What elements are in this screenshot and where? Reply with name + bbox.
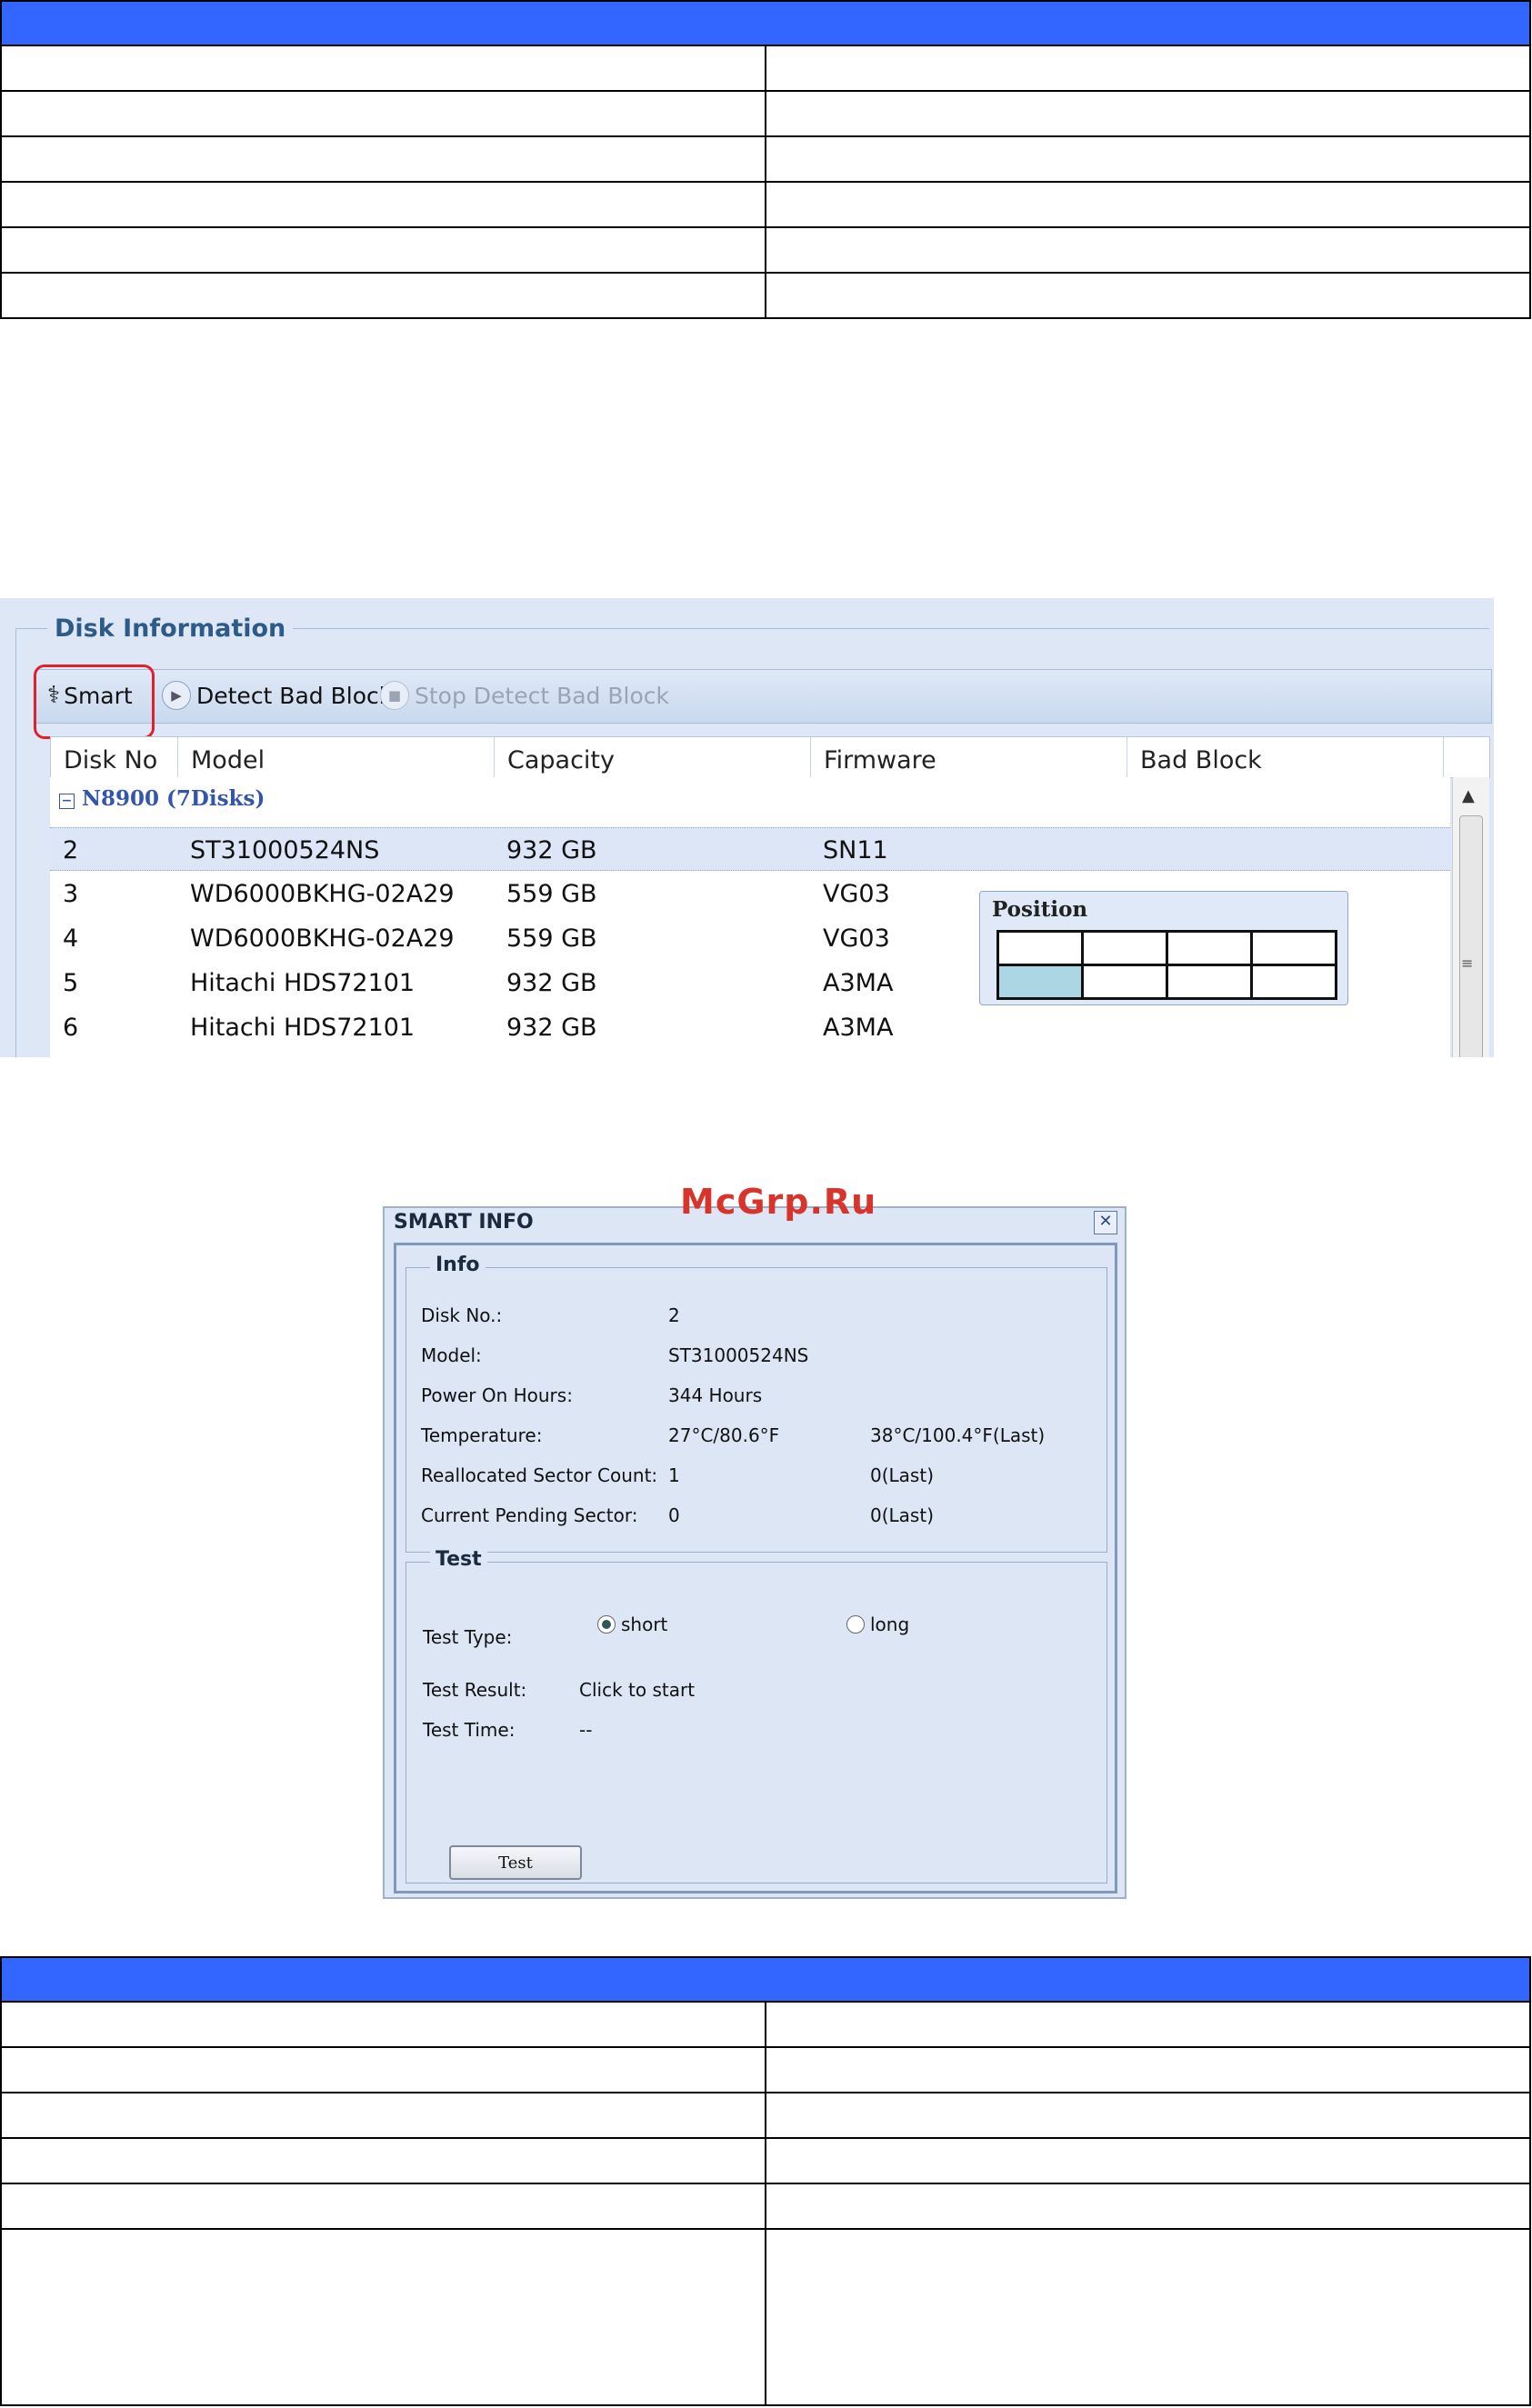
slot-4 — [1253, 933, 1335, 964]
detect-bad-block-button[interactable]: ▶ Detect Bad Block — [162, 679, 392, 712]
long-radio[interactable]: long — [846, 1614, 909, 1635]
grip-icon: ≡ — [1461, 954, 1474, 972]
test-legend: Test — [430, 1548, 487, 1571]
slot-grid — [996, 930, 1337, 1000]
stop-detect-bad-block-label: Stop Detect Bad Block — [415, 682, 669, 709]
smart-highlight-box — [34, 664, 155, 739]
smart-info-dialog: SMART INFO ✕ Info Disk No.: 2 Model: ST3… — [383, 1206, 1126, 1899]
position-popup: Position — [979, 891, 1348, 1005]
test-result-label: Test Result: — [423, 1679, 527, 1701]
detect-bad-block-label: Detect Bad Block — [196, 682, 393, 709]
pending-value: 0 — [668, 1504, 680, 1526]
table-header-bar — [0, 1956, 1531, 2003]
slot-5-selected — [999, 966, 1081, 997]
test-type-label: Test Type: — [423, 1626, 513, 1648]
temperature-value: 27°C/80.6°F — [668, 1424, 780, 1446]
group-label: N8900 (7Disks) — [82, 786, 265, 811]
stop-detect-bad-block-button[interactable]: ■ Stop Detect Bad Block — [380, 679, 669, 712]
disk-grid-header: Disk No Model Capacity Firmware Bad Bloc… — [50, 736, 1490, 778]
disk-no-value: 2 — [668, 1304, 680, 1326]
table-row[interactable]: 6 Hitachi HDS72101 932 GB A3MA — [50, 1005, 1450, 1049]
radio-empty-icon — [846, 1615, 865, 1634]
group-row[interactable]: − N8900 (7Disks) — [50, 786, 265, 811]
reallocated-last-value: 0(Last) — [870, 1464, 934, 1486]
close-icon[interactable]: ✕ — [1094, 1211, 1117, 1234]
position-title: Position — [992, 897, 1088, 922]
slot-2 — [1084, 933, 1166, 964]
disk-toolbar: ⚕ Smart ▶ Detect Bad Block ■ Stop Detect… — [35, 669, 1492, 724]
model-label: Model: — [421, 1344, 482, 1366]
vertical-scrollbar[interactable]: ▲ ≡ — [1452, 777, 1489, 1057]
watermark-text: McGrp.Ru — [680, 1182, 877, 1222]
play-icon: ▶ — [162, 681, 191, 710]
disk-no-label: Disk No.: — [421, 1304, 503, 1326]
short-radio[interactable]: short — [597, 1614, 667, 1635]
reallocated-label: Reallocated Sector Count: — [421, 1464, 658, 1486]
dialog-body: Info Disk No.: 2 Model: ST31000524NS Pow… — [394, 1243, 1117, 1893]
slot-7 — [1168, 966, 1250, 997]
disk-information-legend: Disk Information — [47, 614, 294, 643]
test-fieldset: Test Test Type: short long Test Result: … — [406, 1548, 1107, 1883]
slot-3 — [1168, 933, 1250, 964]
power-on-hours-label: Power On Hours: — [421, 1384, 573, 1406]
column-disk-no[interactable]: Disk No — [51, 737, 178, 777]
radio-selected-icon — [597, 1615, 616, 1634]
slot-6 — [1084, 966, 1166, 997]
column-model[interactable]: Model — [178, 737, 495, 777]
model-value: ST31000524NS — [668, 1344, 809, 1366]
temperature-last-value: 38°C/100.4°F(Last) — [870, 1424, 1046, 1446]
test-time-label: Test Time: — [423, 1719, 516, 1741]
slot-1 — [999, 933, 1081, 964]
test-result-value: Click to start — [579, 1679, 696, 1701]
stop-icon: ■ — [380, 681, 409, 710]
slot-8 — [1253, 966, 1335, 997]
table-row[interactable]: 2 ST31000524NS 932 GB SN11 — [50, 827, 1450, 871]
test-time-value: -- — [579, 1719, 593, 1741]
column-bad-block[interactable]: Bad Block — [1127, 737, 1444, 777]
info-fieldset: Info Disk No.: 2 Model: ST31000524NS Pow… — [406, 1254, 1107, 1553]
info-legend: Info — [430, 1254, 486, 1276]
reallocated-value: 1 — [668, 1464, 680, 1486]
scroll-up-icon[interactable]: ▲ — [1462, 786, 1475, 805]
power-on-hours-value: 344 Hours — [668, 1384, 763, 1406]
pending-last-value: 0(Last) — [870, 1504, 934, 1526]
pending-label: Current Pending Sector: — [421, 1504, 638, 1526]
temperature-label: Temperature: — [421, 1424, 543, 1446]
column-firmware[interactable]: Firmware — [811, 737, 1127, 777]
dialog-title: SMART INFO — [394, 1211, 534, 1234]
test-button[interactable]: Test — [449, 1845, 582, 1880]
bottom-table — [0, 1956, 1531, 2406]
table-header-bar — [0, 0, 1531, 46]
top-table — [0, 0, 1531, 319]
collapse-icon[interactable]: − — [59, 794, 75, 809]
column-capacity[interactable]: Capacity — [495, 737, 811, 777]
scrollbar-thumb[interactable] — [1459, 815, 1483, 1057]
